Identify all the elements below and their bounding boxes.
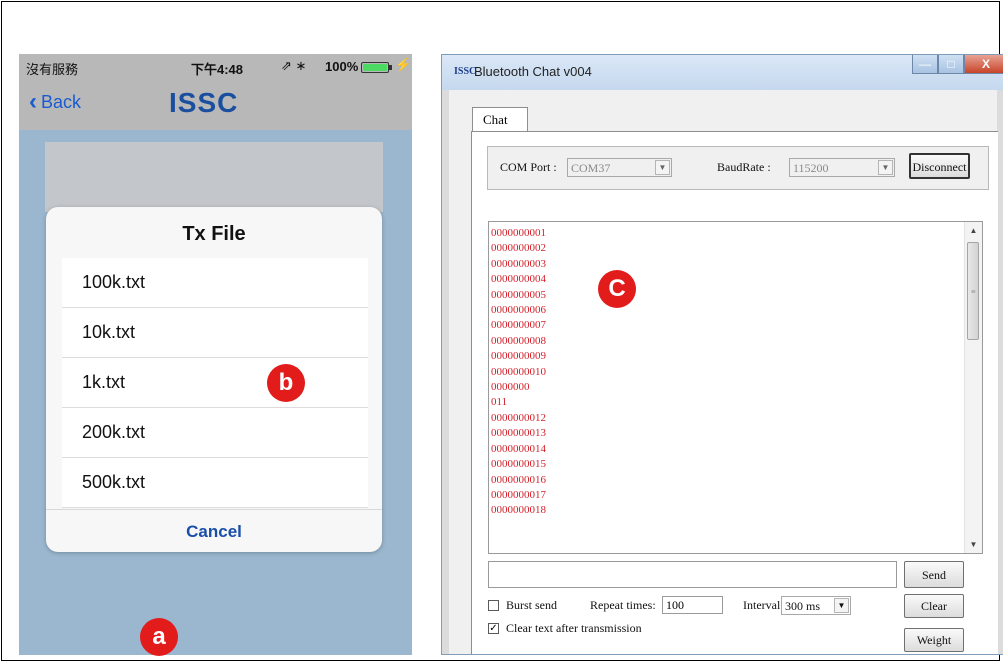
com-port-select[interactable]: COM37 ▼ <box>567 158 672 177</box>
log-line: 0000000007 <box>491 319 546 332</box>
log-scrollbar[interactable]: ▲ ≡ ▼ <box>964 222 982 553</box>
tab-chat[interactable]: Chat <box>472 107 528 131</box>
log-line: 0000000017 <box>491 488 546 501</box>
phone-screen: 沒有服務 下午4:48 ⇗ ∗ 100% ⚡ ‹ Back ISSC Tx Fi… <box>19 54 412 655</box>
file-item[interactable]: 10k.txt <box>62 308 368 358</box>
content-placeholder <box>45 142 383 212</box>
log-line: 0000000015 <box>491 458 546 471</box>
scroll-thumb[interactable]: ≡ <box>967 242 979 340</box>
window-controls: — □ X <box>912 55 1003 75</box>
file-item[interactable]: 200k.txt <box>62 408 368 458</box>
client-area: Chat COM Port : COM37 ▼ BaudRate : 11520… <box>449 90 998 654</box>
battery-percent: 100% <box>325 59 359 74</box>
location-bluetooth-icon: ⇗ ∗ <box>281 58 307 73</box>
repeat-times-label: Repeat times: <box>590 598 656 612</box>
log-line: 011 <box>491 396 508 409</box>
log-line: 0000000010 <box>491 365 546 378</box>
close-button[interactable]: X <box>964 55 1003 74</box>
log-line: 0000000012 <box>491 411 546 424</box>
cancel-button[interactable]: Cancel <box>46 509 382 552</box>
disconnect-button[interactable]: Disconnect <box>909 153 970 179</box>
status-bar: 沒有服務 下午4:48 ⇗ ∗ 100% ⚡ <box>19 54 412 80</box>
log-line: 0000000016 <box>491 473 546 486</box>
chevron-down-icon: ▼ <box>655 160 670 175</box>
callout-badge-b: b <box>267 364 305 402</box>
file-item[interactable]: 100k.txt <box>62 258 368 308</box>
interval-select[interactable]: 300 ms ▼ <box>781 596 851 615</box>
log-line: 0000000004 <box>491 273 546 286</box>
issc-logo: ISSC <box>169 87 239 118</box>
clear-text-label: Clear text after transmission <box>506 621 642 635</box>
battery-icon <box>361 62 389 73</box>
connection-group: COM Port : COM37 ▼ BaudRate : 115200 ▼ D… <box>487 146 989 190</box>
title-bar[interactable]: ISSC Bluetooth Chat v004 — □ X <box>442 55 1003 90</box>
com-port-value: COM37 <box>571 161 611 175</box>
battery-tip <box>389 65 392 70</box>
baud-rate-value: 115200 <box>793 161 829 175</box>
status-time: 下午4:48 <box>191 62 244 77</box>
log-line: 0000000005 <box>491 288 546 301</box>
bluetooth-chat-window: ISSC Bluetooth Chat v004 — □ X Chat COM … <box>441 54 1003 655</box>
chevron-down-icon: ▼ <box>834 598 849 613</box>
maximize-button[interactable]: □ <box>938 55 964 74</box>
burst-send-label: Burst send <box>506 598 557 612</box>
clear-text-checkbox[interactable]: ✓ <box>488 623 499 634</box>
log-line: 0000000009 <box>491 350 546 363</box>
log-line: 0000000002 <box>491 242 546 255</box>
log-line: 0000000014 <box>491 442 546 455</box>
log-line: 0000000018 <box>491 504 546 517</box>
callout-badge-c: C <box>598 270 636 308</box>
log-line: 0000000006 <box>491 304 546 317</box>
carrier-label: 沒有服務 <box>26 62 79 77</box>
scroll-down-icon[interactable]: ▼ <box>965 536 982 553</box>
scroll-up-icon[interactable]: ▲ <box>965 222 982 239</box>
baud-rate-label: BaudRate : <box>717 160 771 174</box>
back-button[interactable]: ‹ Back <box>29 90 81 114</box>
tx-file-dialog: Tx File 100k.txt 10k.txt 1k.txt 200k.txt… <box>46 207 382 552</box>
log-line: 0000000008 <box>491 334 546 347</box>
chat-panel: COM Port : COM37 ▼ BaudRate : 115200 ▼ D… <box>471 131 998 654</box>
app-icon: ISSC <box>454 66 477 77</box>
log-line: 0000000003 <box>491 257 546 270</box>
com-port-label: COM Port : <box>500 160 557 174</box>
send-button[interactable]: Send <box>904 561 964 588</box>
charging-icon: ⚡ <box>395 57 412 72</box>
file-list[interactable]: 100k.txt 10k.txt 1k.txt 200k.txt 500k.tx… <box>62 258 368 508</box>
burst-send-checkbox[interactable] <box>488 600 499 611</box>
weight-demo-button[interactable]: Weight Demo <box>904 628 964 652</box>
chevron-left-icon: ‹ <box>29 88 37 115</box>
receive-log[interactable]: 0000000001 0000000002 0000000003 0000000004… <box>488 221 983 554</box>
log-line: 0000000001 <box>491 227 546 239</box>
dialog-title: Tx File <box>182 223 246 245</box>
interval-value: 300 ms <box>785 599 821 613</box>
repeat-times-input[interactable]: 100 <box>662 596 723 614</box>
send-input[interactable] <box>488 561 897 588</box>
file-item[interactable]: 1k.txt <box>62 358 368 408</box>
interval-label: Interval: <box>743 598 784 612</box>
log-line: 0000000 <box>491 381 530 394</box>
minimize-button[interactable]: — <box>912 55 938 74</box>
file-item[interactable]: 500k.txt <box>62 458 368 508</box>
window-title: Bluetooth Chat v004 <box>474 64 592 79</box>
chevron-down-icon: ▼ <box>878 160 893 175</box>
log-line: 0000000013 <box>491 427 546 440</box>
callout-badge-a: a <box>140 618 178 656</box>
baud-rate-select[interactable]: 115200 ▼ <box>789 158 895 177</box>
back-label: Back <box>41 91 82 112</box>
clear-button[interactable]: Clear <box>904 594 964 618</box>
log-lines: 0000000001 0000000002 0000000003 0000000004… <box>491 226 546 519</box>
grip-icon: ≡ <box>971 287 976 296</box>
